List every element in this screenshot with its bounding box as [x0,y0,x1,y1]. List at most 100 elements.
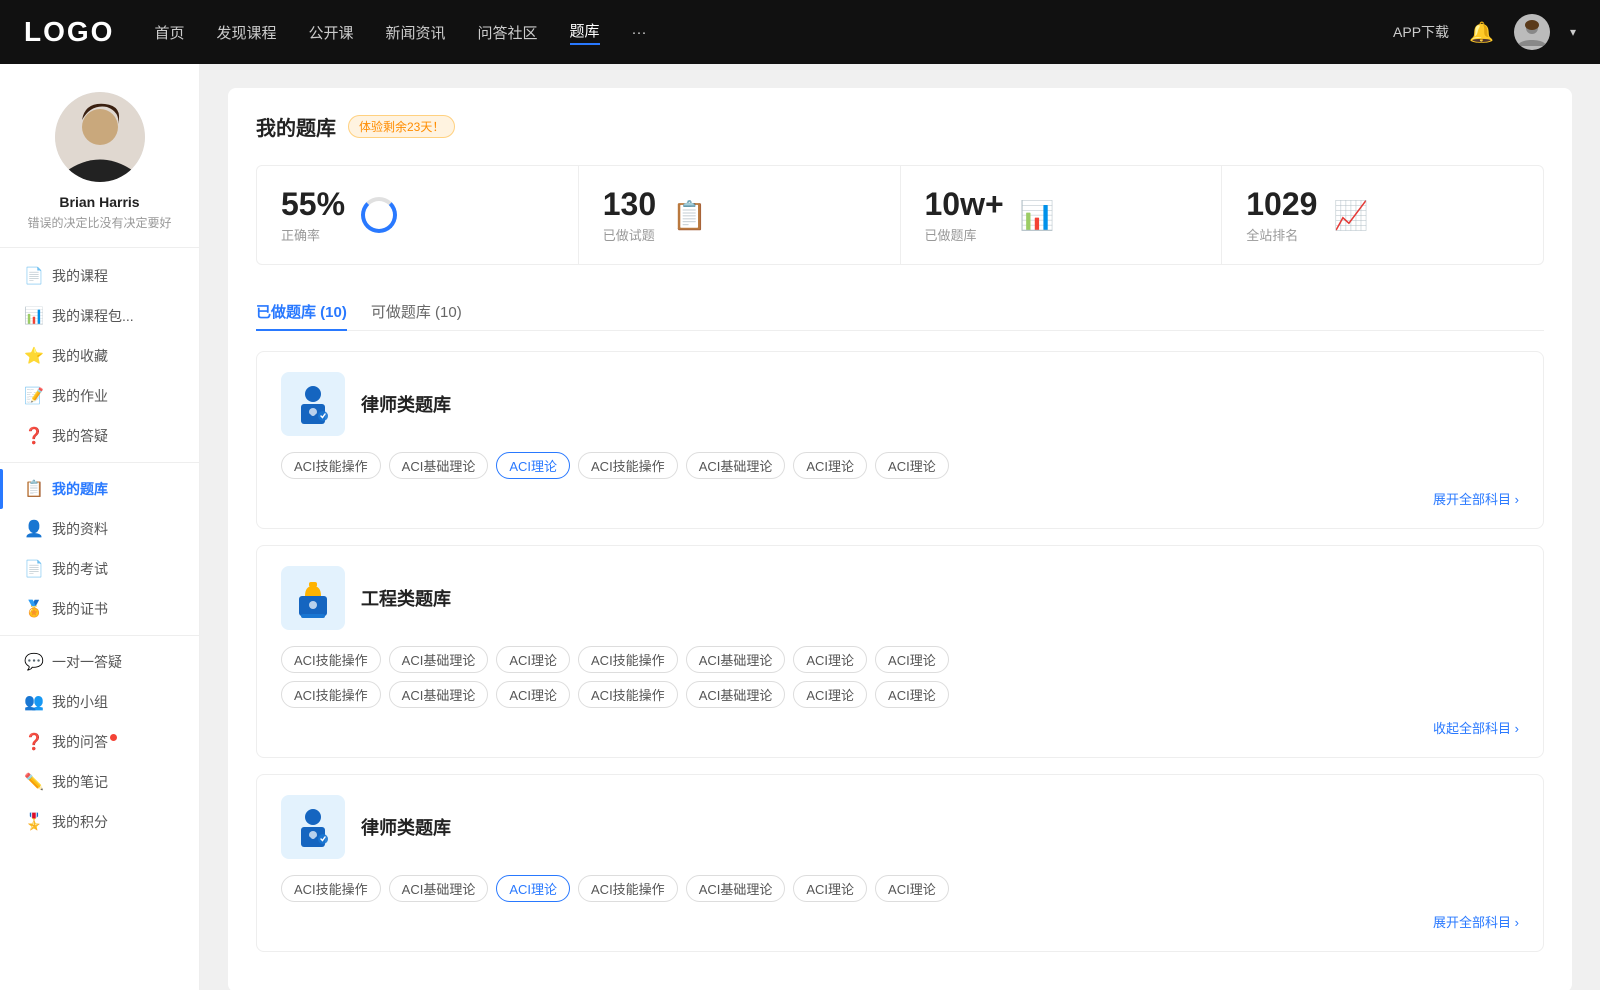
extra-tag-1-1[interactable]: ACI基础理论 [389,681,489,708]
tab-0[interactable]: 已做题库 (10) [256,293,347,330]
sidebar-icon-9: 💬 [24,652,42,672]
bank-icon-2 [281,795,345,859]
stat-done-questions: 130 已做试题 📋 [579,166,901,264]
sidebar-label-1: 我的课程包... [52,306,134,326]
sidebar-label-5: 我的题库 [52,479,108,499]
sidebar-item-我的课程包...[interactable]: 📊 我的课程包... [0,296,199,336]
user-avatar-icon[interactable] [1514,14,1550,50]
tag-0-4[interactable]: ACI基础理论 [686,452,786,479]
navbar-link-问答社区[interactable]: 问答社区 [478,22,538,43]
tag-1-1[interactable]: ACI基础理论 [389,646,489,673]
sidebar-item-我的笔记[interactable]: ✏️ 我的笔记 [0,762,199,802]
sidebar-item-我的课程[interactable]: 📄 我的课程 [0,256,199,296]
rank-label: 全站排名 [1246,225,1317,244]
stat-rank: 1029 全站排名 📈 [1222,166,1543,264]
sidebar-item-我的作业[interactable]: 📝 我的作业 [0,376,199,416]
sidebar-icon-0: 📄 [24,266,42,286]
tag-2-6[interactable]: ACI理论 [875,875,949,902]
sidebar-item-我的积分[interactable]: 🎖️ 我的积分 [0,802,199,842]
sidebar-item-我的资料[interactable]: 👤 我的资料 [0,509,199,549]
tag-2-1[interactable]: ACI基础理论 [389,875,489,902]
navbar-link-新闻资讯[interactable]: 新闻资讯 [386,22,446,43]
sidebar-item-我的问答[interactable]: ❓ 我的问答 [0,722,199,762]
extra-tag-1-4[interactable]: ACI基础理论 [686,681,786,708]
tag-0-3[interactable]: ACI技能操作 [578,452,678,479]
extra-tag-1-5[interactable]: ACI理论 [793,681,867,708]
bank-header-2: 律师类题库 [281,795,1519,859]
logo[interactable]: LOGO [24,16,114,48]
main-content: 我的题库 体验剩余23天！ 55% 正确率 130 已做试题 [200,64,1600,990]
tag-2-2[interactable]: ACI理论 [496,875,570,902]
sidebar-item-我的小组[interactable]: 👥 我的小组 [0,682,199,722]
navbar-link-发现课程[interactable]: 发现课程 [216,22,276,43]
tag-0-0[interactable]: ACI技能操作 [281,452,381,479]
stat-done-banks: 10w+ 已做题库 📊 [901,166,1223,264]
chevron-down-icon[interactable]: ▾ [1570,25,1576,39]
bell-icon[interactable]: 🔔 [1469,20,1494,45]
done-q-value: 130 [603,186,656,223]
trial-badge: 体验剩余23天！ [348,115,455,138]
navbar-links: 首页 发现课程 公开课 新闻资讯 问答社区 题库 ··· [154,20,1393,45]
tag-1-0[interactable]: ACI技能操作 [281,646,381,673]
bank-card-2: 律师类题库 ACI技能操作ACI基础理论ACI理论ACI技能操作ACI基础理论A… [256,774,1544,952]
tag-1-2[interactable]: ACI理论 [496,646,570,673]
tag-1-6[interactable]: ACI理论 [875,646,949,673]
sidebar-item-我的证书[interactable]: 🏅 我的证书 [0,589,199,629]
navbar-link-···[interactable]: ··· [632,24,647,41]
sidebar-item-我的答疑[interactable]: ❓ 我的答疑 [0,416,199,456]
extra-tag-1-0[interactable]: ACI技能操作 [281,681,381,708]
tag-0-1[interactable]: ACI基础理论 [389,452,489,479]
tag-1-3[interactable]: ACI技能操作 [578,646,678,673]
tag-1-5[interactable]: ACI理论 [793,646,867,673]
app-download-link[interactable]: APP下载 [1393,22,1449,42]
bank-icon-0 [281,372,345,436]
bank-footer-1: 收起全部科目 › [281,718,1519,737]
sidebar-label-11: 我的问答 [52,732,117,752]
sidebar-item-我的收藏[interactable]: ⭐ 我的收藏 [0,336,199,376]
sidebar-label-7: 我的考试 [52,559,108,579]
stats-row: 55% 正确率 130 已做试题 📋 10w+ 已做题库 [256,165,1544,265]
sidebar-label-13: 我的积分 [52,812,108,832]
sidebar-item-一对一答疑[interactable]: 💬 一对一答疑 [0,642,199,682]
sidebar-icon-8: 🏅 [24,599,42,619]
sidebar-label-0: 我的课程 [52,266,108,286]
sidebar-icon-10: 👥 [24,692,42,712]
sidebar-item-我的题库[interactable]: 📋 我的题库 [0,469,199,509]
tag-2-4[interactable]: ACI基础理论 [686,875,786,902]
tag-2-5[interactable]: ACI理论 [793,875,867,902]
navbar-link-题库[interactable]: 题库 [570,20,600,45]
expand-link-2[interactable]: 展开全部科目 › [1433,912,1519,931]
notification-dot [110,734,117,741]
done-q-label: 已做试题 [603,225,656,244]
bank-tags-2: ACI技能操作 ACI基础理论 ACI理论 ACI技能操作 ACI基础理论 ACI理论 AC… [281,875,1519,902]
tag-0-5[interactable]: ACI理论 [793,452,867,479]
bank-card-1: 工程类题库 ACI技能操作ACI基础理论ACI理论ACI技能操作ACI基础理论A… [256,545,1544,758]
bank-tabs: 已做题库 (10) 可做题库 (10) [256,293,1544,331]
sidebar-icon-4: ❓ [24,426,42,446]
sidebar-icon-1: 📊 [24,306,42,326]
extra-tags-1: ACI技能操作 ACI基础理论 ACI理论 ACI技能操作 ACI基础理论 ACI理论 AC… [281,681,1519,708]
expand-link-0[interactable]: 展开全部科目 › [1433,489,1519,508]
bank-name-0: 律师类题库 [361,391,451,417]
sidebar-icon-2: ⭐ [24,346,42,366]
sidebar-label-9: 一对一答疑 [52,652,122,672]
accuracy-donut-icon [361,197,397,233]
tag-2-3[interactable]: ACI技能操作 [578,875,678,902]
tag-0-6[interactable]: ACI理论 [875,452,949,479]
navbar: LOGO 首页 发现课程 公开课 新闻资讯 问答社区 题库 ··· APP下载 🔔 ▾ [0,0,1600,64]
navbar-link-公开课[interactable]: 公开课 [308,22,353,43]
tag-1-4[interactable]: ACI基础理论 [686,646,786,673]
extra-tag-1-3[interactable]: ACI技能操作 [578,681,678,708]
tag-0-2[interactable]: ACI理论 [496,452,570,479]
tab-1[interactable]: 可做题库 (10) [371,293,462,330]
expand-link-1[interactable]: 收起全部科目 › [1433,718,1519,737]
sidebar-profile: Brian Harris 错误的决定比没有决定要好 [0,64,199,248]
extra-tag-1-2[interactable]: ACI理论 [496,681,570,708]
tag-2-0[interactable]: ACI技能操作 [281,875,381,902]
sidebar-label-10: 我的小组 [52,692,108,712]
extra-tag-1-6[interactable]: ACI理论 [875,681,949,708]
sidebar-item-我的考试[interactable]: 📄 我的考试 [0,549,199,589]
navbar-link-首页[interactable]: 首页 [154,22,184,43]
sidebar-icon-7: 📄 [24,559,42,579]
bank-name-2: 律师类题库 [361,814,451,840]
